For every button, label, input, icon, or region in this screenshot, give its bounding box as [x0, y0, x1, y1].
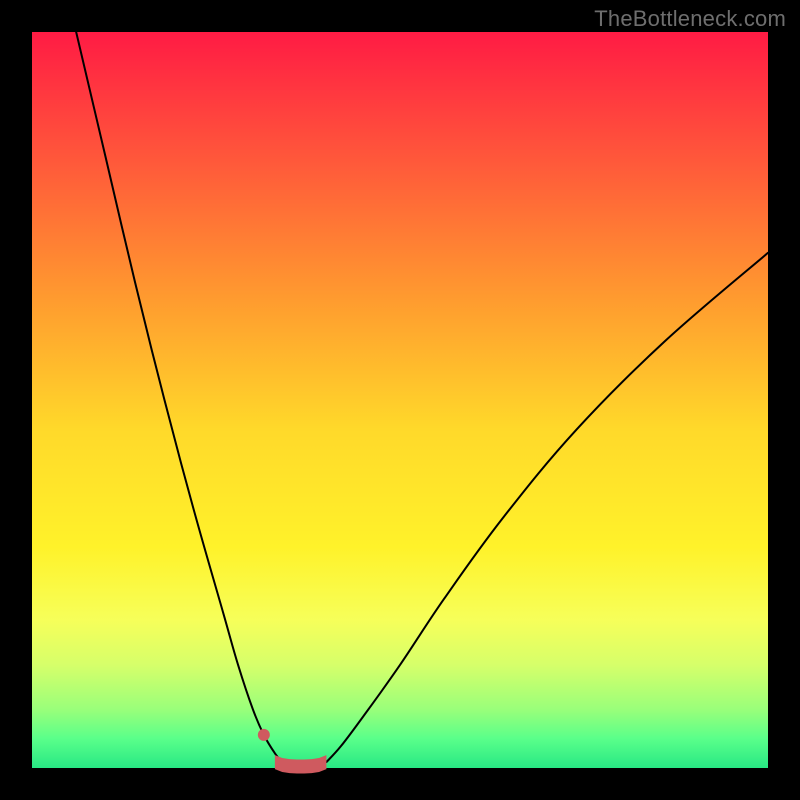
chart-frame: TheBottleneck.com [0, 0, 800, 800]
marker-dot [258, 729, 270, 741]
valley-floor-marker [275, 755, 327, 773]
plot-area [32, 32, 768, 768]
watermark-text: TheBottleneck.com [594, 6, 786, 32]
right-curve [326, 253, 768, 762]
left-curve [76, 32, 282, 762]
chart-svg [32, 32, 768, 768]
